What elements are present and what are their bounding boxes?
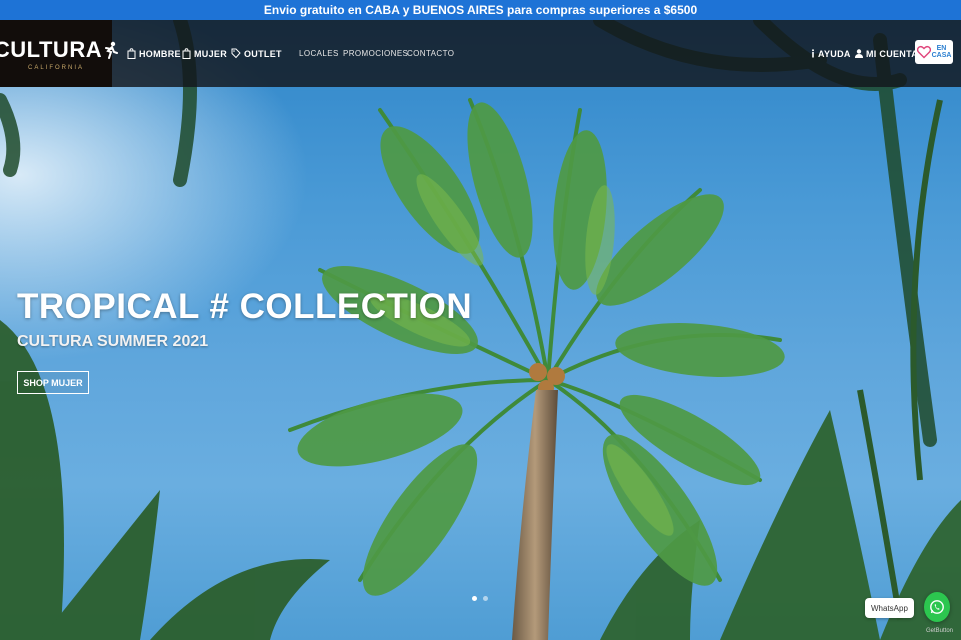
tag-icon	[231, 48, 241, 59]
getbutton-credit[interactable]: GetButton	[926, 628, 953, 634]
user-icon	[855, 49, 863, 58]
slider-dot-2[interactable]	[483, 596, 488, 601]
nav-hombre-label: HOMBRE	[139, 48, 181, 59]
nav-promociones[interactable]: PROMOCIONES	[343, 20, 408, 87]
en-casa-line1: EN	[936, 45, 947, 52]
whatsapp-button[interactable]	[924, 592, 950, 622]
en-casa-line2: CASA	[931, 52, 952, 59]
nav-locales[interactable]: LOCALES	[299, 20, 339, 87]
slider-dot-1[interactable]	[472, 596, 477, 601]
whatsapp-label[interactable]: WhatsApp	[865, 598, 914, 618]
nav-contacto[interactable]: CONTACTO	[407, 20, 454, 87]
shopping-bag-icon	[182, 48, 191, 59]
palm-trees-image	[0, 20, 961, 640]
hero-banner	[0, 20, 961, 640]
brand-tagline: CALIFORNIA	[27, 64, 84, 71]
info-icon	[812, 49, 814, 58]
hero-title: TROPICAL # COLLECTION	[17, 287, 473, 326]
nav-ayuda[interactable]: AYUDA	[811, 20, 851, 87]
nav-ayuda-label: AYUDA	[818, 48, 851, 59]
en-casa-badge[interactable]: EN CASA	[915, 40, 953, 64]
nav-outlet[interactable]: OUTLET	[231, 20, 282, 87]
nav-mujer-label: MUJER	[194, 48, 228, 59]
promo-text: Envio gratuito en CABA y BUENOS AIRES pa…	[263, 3, 698, 17]
nav-hombre[interactable]: HOMBRE	[127, 20, 181, 87]
nav-mujer[interactable]: MUJER	[182, 20, 227, 87]
shop-mujer-button[interactable]: SHOP MUJER	[17, 371, 89, 394]
hero-subtitle: CULTURA SUMMER 2021	[17, 333, 209, 350]
heart-home-icon	[916, 45, 931, 59]
runner-logo-icon	[105, 41, 119, 59]
nav-mi-cuenta[interactable]: MI CUENTA	[855, 20, 918, 87]
brand-logo[interactable]: CULTURA CALIFORNIA	[0, 20, 119, 87]
nav-outlet-label: OUTLET	[244, 48, 282, 59]
whatsapp-icon	[930, 600, 944, 614]
brand-name: CULTURA	[0, 36, 103, 62]
main-nav: CULTURA CALIFORNIA HOMBRE MUJER OUTLET L…	[0, 20, 961, 87]
nav-mi-cuenta-label: MI CUENTA	[866, 48, 919, 59]
promo-bar: Envio gratuito en CABA y BUENOS AIRES pa…	[0, 0, 961, 20]
slider-dots	[472, 596, 488, 601]
shopping-bag-icon	[127, 48, 136, 59]
